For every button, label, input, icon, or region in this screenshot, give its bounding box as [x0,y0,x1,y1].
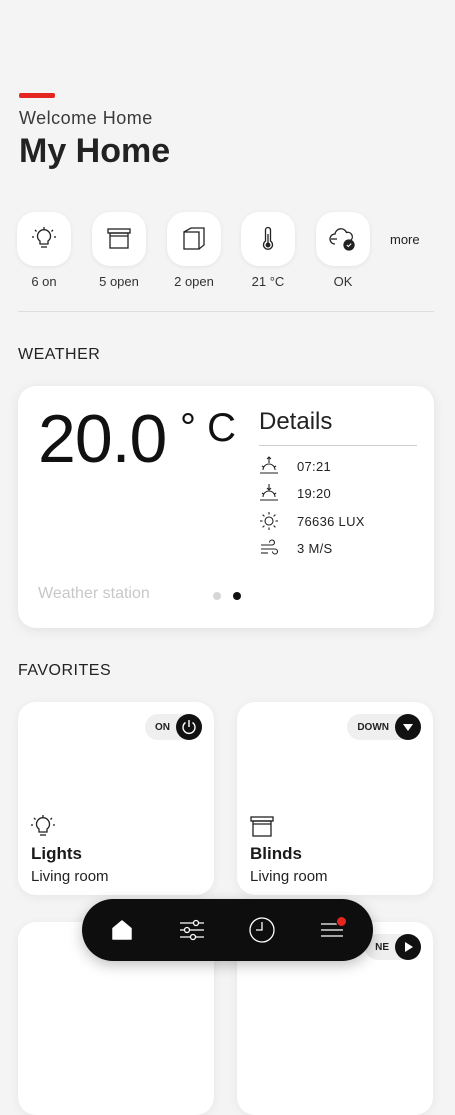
weather-card[interactable]: 20.0 ° C Details 07:21 19:20 76636 LUX 3… [18,386,434,628]
lights-status: ON [155,721,170,733]
blind-icon [250,816,274,837]
bulb-icon [32,227,56,248]
favorite-room: Living room [250,868,328,885]
bottom-nav [82,899,373,961]
status-label: OK [333,274,353,289]
nav-menu[interactable] [314,912,350,948]
window-icon [183,227,205,250]
sunset-icon [259,483,279,503]
sunset-row: 19:20 [259,483,331,503]
temperature-unit: ° C [180,406,236,450]
page-dot-2-active[interactable] [233,592,241,600]
status-item-temperature[interactable]: 21 °C [241,212,295,296]
brightness-row: 76636 LUX [259,511,365,531]
favorite-room: Living room [31,868,109,885]
favorite-name: Blinds [250,844,302,863]
nav-home[interactable] [104,912,140,948]
bulb-icon [31,815,55,836]
details-title: Details [259,408,333,435]
clock-icon [249,917,275,943]
notification-badge [336,916,347,927]
welcome-text: Welcome Home [19,108,153,128]
favorite-name: Lights [31,844,82,863]
page-dot-1[interactable] [213,592,221,600]
sunrise-time: 07:21 [297,458,332,474]
favorite-card-lights[interactable]: ON Lights Living room [18,702,214,895]
temperature-value: 20.0 [38,401,167,477]
weather-section-title: WEATHER [18,346,101,363]
arrow-down-icon[interactable] [395,714,421,740]
sunrise-icon [259,456,279,476]
sun-icon [259,511,279,531]
blinds-status: DOWN [357,721,389,733]
system-status-icon [329,228,355,251]
nav-controls[interactable] [174,912,210,948]
details-divider [259,445,417,446]
thermometer-icon [262,226,274,250]
status-label: 2 open [174,274,214,289]
favorite-4-toggle[interactable]: NE [365,934,421,960]
favorites-section-title: FAVORITES [18,662,112,679]
weather-station-label: Weather station [38,585,150,602]
wind-row: 3 M/S [259,538,332,558]
nav-history[interactable] [244,912,280,948]
blinds-toggle[interactable]: DOWN [347,714,421,740]
status-row: 6 on 5 open 2 open 21 °C OK more [17,212,437,296]
wind-value: 3 M/S [297,540,333,556]
sliders-icon [180,919,204,941]
accent-bar [19,93,55,98]
status-label: 6 on [31,274,57,289]
status-item-system[interactable]: OK [316,212,370,296]
wind-icon [259,538,279,558]
sunrise-row: 07:21 [259,456,331,476]
sunset-time: 19:20 [297,485,332,501]
page-title: My Home [19,132,171,170]
blind-icon [107,228,131,249]
status-item-lights[interactable]: 6 on [17,212,71,296]
status-item-blinds[interactable]: 5 open [92,212,146,296]
favorite-card-blinds[interactable]: DOWN Blinds Living room [237,702,433,895]
home-icon [112,920,132,940]
lights-toggle[interactable]: ON [145,714,202,740]
status-label: 5 open [99,274,139,289]
play-icon[interactable] [395,934,421,960]
status-label: 21 °C [251,274,285,289]
more-link[interactable]: more [390,232,420,247]
divider [18,311,434,312]
power-icon[interactable] [176,714,202,740]
status-item-windows[interactable]: 2 open [167,212,221,296]
brightness-value: 76636 LUX [297,513,365,529]
